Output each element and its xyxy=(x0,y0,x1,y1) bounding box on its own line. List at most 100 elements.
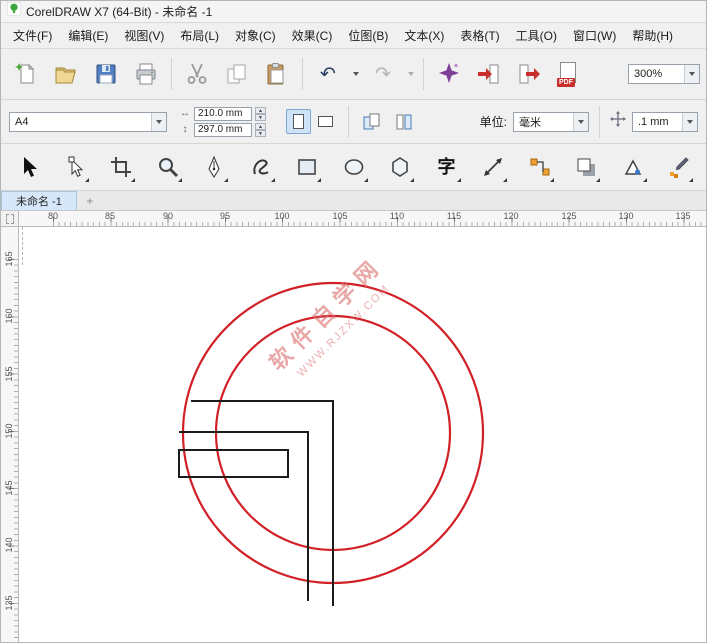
all-pages-button[interactable] xyxy=(359,109,385,135)
document-tabbar: 未命名 -1 + xyxy=(1,191,706,211)
copy-icon xyxy=(227,64,246,84)
chevron-down-icon xyxy=(352,72,359,76)
new-tab-button[interactable]: + xyxy=(81,191,99,210)
nudge-offset-value: .1 mm xyxy=(638,115,669,128)
ruler-label: 135 xyxy=(675,211,691,221)
ruler-label: 155 xyxy=(4,366,14,382)
nudge-offset-select[interactable]: .1 mm xyxy=(632,111,698,132)
new-document-icon xyxy=(15,63,35,84)
shape-tool[interactable] xyxy=(60,151,90,183)
open-button[interactable] xyxy=(47,53,85,95)
new-document-button[interactable] xyxy=(7,53,45,95)
spin-down-icon[interactable]: ▼ xyxy=(255,129,266,137)
spin-up-icon[interactable]: ▲ xyxy=(255,106,266,114)
pick-tool[interactable] xyxy=(13,151,43,183)
print-button[interactable] xyxy=(127,53,165,95)
text-tool[interactable]: 字 xyxy=(432,151,462,183)
menu-text[interactable]: 文本(X) xyxy=(396,23,452,48)
current-page-button[interactable] xyxy=(391,109,417,135)
units-dropdown[interactable] xyxy=(573,112,588,131)
ruler-label: 150 xyxy=(4,423,14,439)
toolbar-separator xyxy=(423,58,424,90)
ruler-origin-button[interactable] xyxy=(1,211,19,227)
page-size-select[interactable]: A4 xyxy=(9,111,167,132)
cut-button[interactable] xyxy=(178,53,216,95)
paper-width-field[interactable]: 210.0 mm xyxy=(194,106,252,121)
drop-shadow-tool[interactable] xyxy=(571,151,601,183)
workspace: 80 85 90 95 100 105 110 115 120 125 130 … xyxy=(1,211,706,642)
eyedropper-tool[interactable] xyxy=(664,151,694,183)
flyout-indicator xyxy=(689,178,693,182)
flyout-indicator xyxy=(84,178,89,182)
vertical-ruler[interactable]: 165 160 155 150 145 140 135 xyxy=(1,227,19,642)
menu-edit[interactable]: 编辑(E) xyxy=(60,23,116,48)
undo-button[interactable]: ↶ xyxy=(309,53,347,95)
ellipse-tool[interactable] xyxy=(339,151,369,183)
drawing-canvas[interactable]: 软件自学网 WWW.RJZXW.COM xyxy=(19,227,706,642)
app-launcher-button[interactable] xyxy=(430,53,468,95)
page-dimensions: ↔ 210.0 mm ▲ ▼ ↕ 297.0 mm ▲ ▼ xyxy=(179,106,266,138)
paper-width-spinner[interactable]: ▲ ▼ xyxy=(255,106,266,121)
paper-height-spinner[interactable]: ▲ ▼ xyxy=(255,122,266,137)
redo-button[interactable]: ↷ xyxy=(364,53,402,95)
publish-pdf-button[interactable]: PDF xyxy=(550,53,588,95)
menu-object[interactable]: 对象(C) xyxy=(227,23,284,48)
polygon-tool[interactable] xyxy=(385,151,415,183)
zoom-dropdown[interactable] xyxy=(684,65,699,83)
menu-file[interactable]: 文件(F) xyxy=(5,23,60,48)
export-icon xyxy=(519,64,540,84)
import-button[interactable] xyxy=(470,53,508,95)
ruler-label: 110 xyxy=(389,211,405,221)
page-size-dropdown[interactable] xyxy=(151,112,166,131)
copy-button[interactable] xyxy=(218,53,256,95)
menu-help[interactable]: 帮助(H) xyxy=(624,23,681,48)
pick-arrow-icon xyxy=(24,157,37,177)
redo-dropdown[interactable] xyxy=(404,53,417,95)
pen-tool[interactable] xyxy=(199,151,229,183)
portrait-button[interactable] xyxy=(286,109,311,134)
spin-down-icon[interactable]: ▼ xyxy=(255,113,266,121)
save-button[interactable] xyxy=(87,53,125,95)
menu-bitmaps[interactable]: 位图(B) xyxy=(340,23,396,48)
magnifier-icon xyxy=(158,158,178,178)
menu-window[interactable]: 窗口(W) xyxy=(565,23,624,48)
paste-button[interactable] xyxy=(258,53,296,95)
standard-toolbar: ↶ ↷ PDF 300% xyxy=(1,49,706,100)
menu-table[interactable]: 表格(T) xyxy=(452,23,507,48)
coreldraw-logo-icon xyxy=(6,1,22,21)
zoom-level-select[interactable]: 300% xyxy=(628,64,700,84)
bracket-rectangle[interactable] xyxy=(178,449,289,478)
spin-up-icon[interactable]: ▲ xyxy=(255,122,266,130)
nudge-dropdown[interactable] xyxy=(682,112,697,131)
ruler-label: 90 xyxy=(162,211,174,221)
dimension-tool[interactable] xyxy=(478,151,508,183)
undo-dropdown[interactable] xyxy=(349,53,362,95)
paper-width-icon: ↔ xyxy=(180,108,190,119)
eyedropper-icon xyxy=(670,157,689,178)
page-size-value: A4 xyxy=(15,115,29,128)
paper-height-field[interactable]: 297.0 mm xyxy=(194,122,252,137)
polygon-icon xyxy=(392,157,408,177)
menu-tools[interactable]: 工具(O) xyxy=(508,23,565,48)
menu-effects[interactable]: 效果(C) xyxy=(284,23,341,48)
export-button[interactable] xyxy=(510,53,548,95)
menu-layout[interactable]: 布局(L) xyxy=(172,23,227,48)
crop-tool[interactable] xyxy=(106,151,136,183)
document-tab[interactable]: 未命名 -1 xyxy=(1,191,77,210)
landscape-icon xyxy=(318,116,333,127)
smart-fill-tool[interactable] xyxy=(618,151,648,183)
units-label: 单位: xyxy=(479,115,507,129)
units-select[interactable]: 毫米 xyxy=(513,111,589,132)
flyout-indicator xyxy=(317,178,321,182)
connector-tool[interactable] xyxy=(525,151,555,183)
rectangle-tool[interactable] xyxy=(292,151,322,183)
horizontal-ruler[interactable]: 80 85 90 95 100 105 110 115 120 125 130 … xyxy=(19,211,706,227)
flyout-indicator xyxy=(596,178,600,182)
menu-view[interactable]: 视图(V) xyxy=(116,23,172,48)
zoom-tool[interactable] xyxy=(153,151,183,183)
landscape-button[interactable] xyxy=(313,109,338,134)
dimension-icon xyxy=(484,158,502,176)
paste-clipboard-icon xyxy=(267,63,284,85)
artistic-media-tool[interactable] xyxy=(246,151,276,183)
crop-icon xyxy=(111,157,131,177)
